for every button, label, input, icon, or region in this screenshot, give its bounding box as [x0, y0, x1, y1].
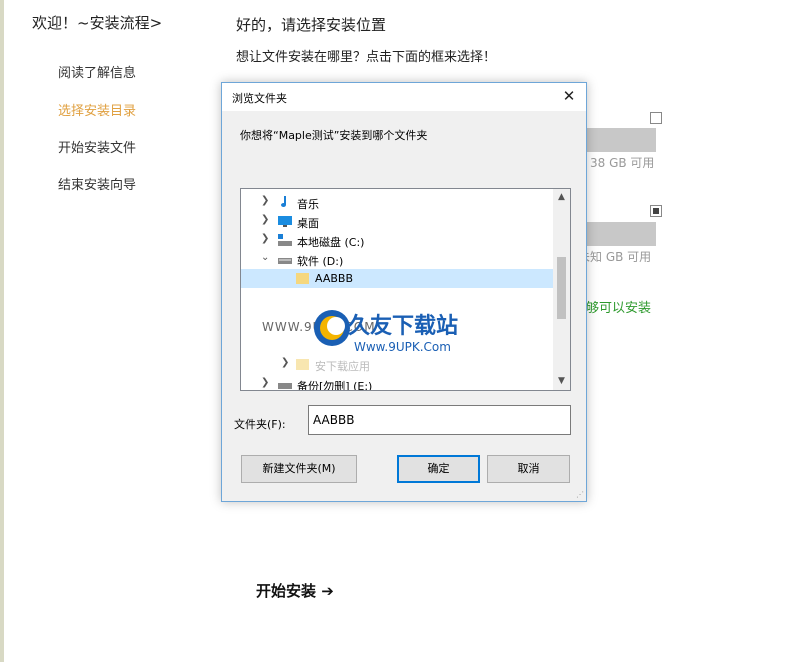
tree-item-drive-e[interactable]: ❯ 备份[勿删] (E:) — [241, 375, 553, 391]
tree-item-folder[interactable]: ❯ 安下载应用 — [241, 355, 553, 374]
resize-grip-icon[interactable]: ⋰ — [576, 490, 584, 499]
desktop-icon — [277, 214, 293, 228]
sidebar-item-choose-dir: 选择安装目录 — [58, 104, 137, 119]
folder-input[interactable] — [308, 405, 571, 435]
folder-field-label: 文件夹(F): — [234, 418, 286, 431]
drive-icon — [277, 377, 293, 390]
drive-usage-bar-2 — [586, 222, 656, 246]
tree-item-label: 备份[勿删] (E:) — [297, 380, 373, 391]
chevron-right-icon[interactable]: ❯ — [281, 357, 291, 368]
tree-item-music[interactable]: ❯ 音乐 — [241, 193, 553, 212]
drive-free-space-2: 未知 GB 可用 — [578, 250, 652, 264]
drive-option-1-checkbox[interactable] — [650, 112, 662, 124]
close-icon[interactable]: ✕ — [558, 85, 580, 107]
start-install-button[interactable]: 开始安装 ➔ — [256, 580, 334, 601]
chevron-right-icon[interactable]: ❯ — [261, 214, 271, 225]
browse-folder-dialog: 浏览文件夹 ✕ 你想将“Maple测试”安装到哪个文件夹 ❯ 音乐 ❯ 桌面 ❯… — [221, 82, 587, 502]
tree-item-label: 安下载应用 — [315, 360, 370, 373]
sidebar-item-install-files: 开始安装文件 — [58, 141, 137, 156]
scroll-down-icon[interactable]: ▼ — [553, 373, 570, 390]
tree-scrollbar[interactable]: ▲ ▼ — [553, 189, 570, 390]
tree-item-label: 音乐 — [297, 198, 319, 211]
chevron-right-icon[interactable]: ❯ — [261, 377, 271, 388]
tree-item-label: AABBB — [315, 272, 353, 285]
dialog-title: 浏览文件夹 — [232, 92, 287, 105]
tree-item-label: 桌面 — [297, 217, 319, 230]
ok-button[interactable]: 确定 — [397, 455, 480, 483]
drive-option-2-checkbox[interactable] — [650, 205, 662, 217]
sidebar-item-finish: 结束安装向导 — [58, 178, 137, 193]
sidebar: 欢迎！~安装流程> 阅读了解信息 选择安装目录 开始安装文件 结束安装向导 — [0, 0, 220, 662]
dialog-titlebar: 浏览文件夹 ✕ — [222, 83, 586, 111]
dialog-prompt: 你想将“Maple测试”安装到哪个文件夹 — [240, 129, 428, 142]
page-subtitle: 想让文件安装在哪里？点击下面的框来选择！ — [236, 50, 497, 65]
tree-item-label: 本地磁盘 (C:) — [297, 236, 365, 249]
cancel-button[interactable]: 取消 — [487, 455, 570, 483]
scrollbar-thumb[interactable] — [557, 257, 566, 319]
drive-icon — [277, 233, 293, 247]
folder-icon — [295, 271, 311, 285]
drive-icon — [277, 252, 293, 266]
page-title: 好的，请选择安装位置 — [236, 16, 387, 34]
drive-usage-bar-1 — [586, 128, 656, 152]
tree-item-label: 软件 (D:) — [297, 255, 344, 268]
folder-icon — [295, 357, 311, 371]
sidebar-item-read-info: 阅读了解信息 — [58, 66, 137, 81]
chevron-right-icon[interactable]: ❯ — [261, 233, 271, 244]
new-folder-button[interactable]: 新建文件夹(M) — [241, 455, 357, 483]
drive-free-space-1: 38 GB 可用 — [590, 156, 655, 170]
chevron-right-icon[interactable]: ❯ — [261, 195, 271, 206]
install-status-text: 够可以安装 — [586, 301, 652, 316]
sidebar-header: 欢迎！~安装流程> — [32, 14, 163, 32]
chevron-down-icon[interactable]: ⌄ — [261, 252, 271, 263]
folder-tree[interactable]: ❯ 音乐 ❯ 桌面 ❯ 本地磁盘 (C:) ⌄ 软件 (D:) AABBB ❯ … — [240, 188, 571, 391]
tree-item-desktop[interactable]: ❯ 桌面 — [241, 212, 553, 231]
music-icon — [277, 195, 293, 209]
tree-item-aabbb[interactable]: AABBB — [241, 269, 553, 288]
tree-item-drive-c[interactable]: ❯ 本地磁盘 (C:) — [241, 231, 553, 250]
scroll-up-icon[interactable]: ▲ — [553, 189, 570, 206]
tree-item-drive-d[interactable]: ⌄ 软件 (D:) — [241, 250, 553, 269]
